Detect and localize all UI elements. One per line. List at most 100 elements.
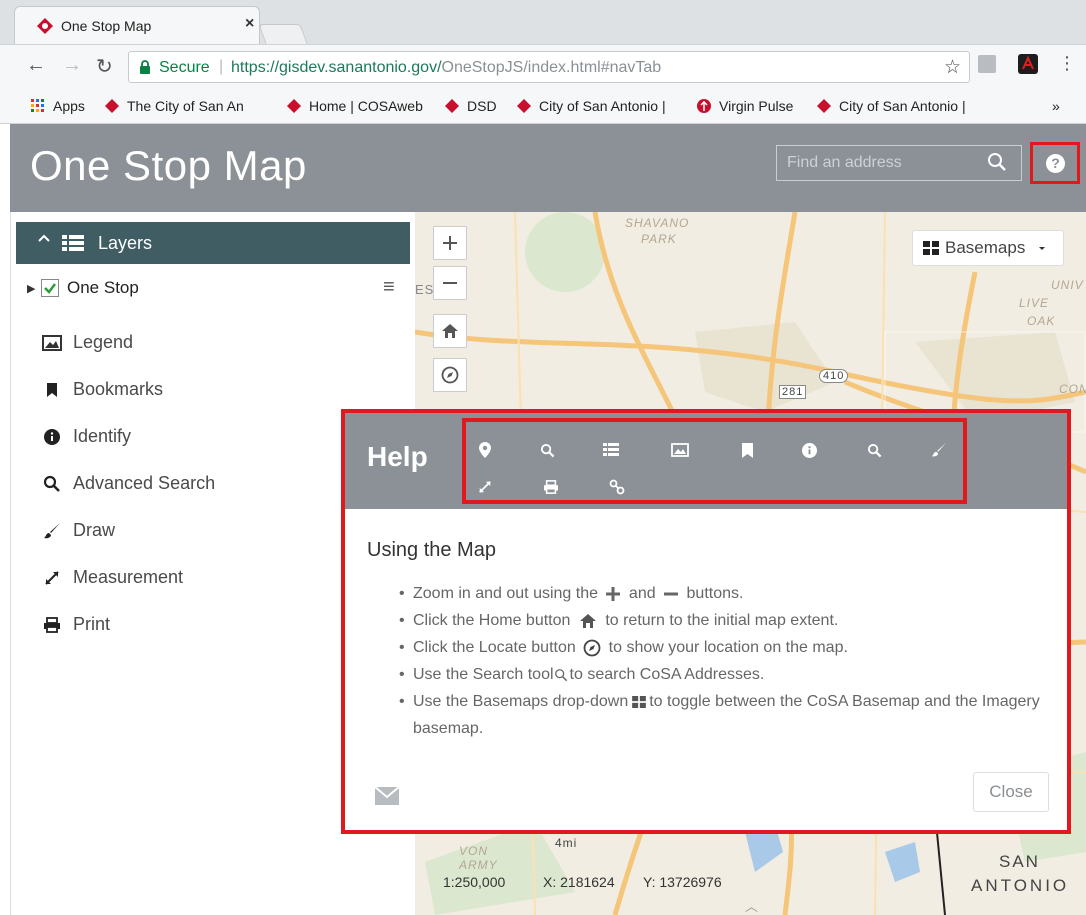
tool-draw[interactable]: Draw <box>41 520 115 541</box>
bookmark-city-of-san-antonio-2[interactable]: City of San Antonio | <box>516 98 666 114</box>
highway-shield-410: 410 <box>819 369 849 383</box>
search-icon[interactable] <box>536 439 558 461</box>
zoom-out-button[interactable] <box>433 266 467 300</box>
measure-icon <box>41 570 63 586</box>
map-label-von: VON <box>459 844 489 858</box>
bookmark-icon[interactable] <box>736 439 758 461</box>
print-icon[interactable] <box>540 476 562 498</box>
expand-caret-icon[interactable]: ▶ <box>27 282 35 295</box>
bookmark-star-icon[interactable]: ☆ <box>944 56 961 79</box>
bookmark-label: Home | COSAweb <box>309 98 423 114</box>
browser-toolbar: ← → ↻ Secure | https://gisdev.sanantonio… <box>0 44 1086 90</box>
highway-shield-281: 281 <box>779 385 807 399</box>
bookmark-virgin-pulse[interactable]: Virgin Pulse <box>696 98 793 114</box>
browser-tab[interactable]: One Stop Map × <box>14 6 260 44</box>
legend-icon[interactable] <box>669 439 691 461</box>
address-bar[interactable]: Secure | https://gisdev.sanantonio.gov/O… <box>128 51 970 83</box>
grid-icon <box>632 695 647 708</box>
browser-menu-icon[interactable]: ⋮ <box>1058 53 1076 74</box>
tool-label: Bookmarks <box>73 379 164 399</box>
cosa-logo-icon <box>817 99 831 113</box>
chevron-up-icon[interactable]: ︿ <box>745 896 758 915</box>
brush-icon[interactable] <box>928 439 950 461</box>
url-host: https://gisdev.sanantonio.gov/ <box>231 59 442 76</box>
list-item: Use the Search tool to search CoSA Addres… <box>399 661 1057 688</box>
help-text: Click the Locate button <box>413 639 576 656</box>
minus-icon <box>664 592 679 596</box>
search-icon[interactable] <box>987 152 1007 172</box>
tool-advanced-search[interactable]: Advanced Search <box>41 473 215 494</box>
map-label-shavano: SHAVANO <box>625 216 690 230</box>
search-icon[interactable] <box>863 439 885 461</box>
bookmark-label: City of San Antonio | <box>539 98 666 114</box>
reload-icon[interactable]: ↻ <box>96 54 113 79</box>
list-icon[interactable] <box>600 439 622 461</box>
app-title: One Stop Map <box>30 142 307 189</box>
link-icon[interactable] <box>606 476 628 498</box>
plus-icon <box>443 236 457 250</box>
tool-legend[interactable]: Legend <box>41 332 133 353</box>
bookmark-apps[interactable]: Apps <box>30 98 85 114</box>
help-dialog: Help Using the Map • Zoom in and out usi… <box>341 409 1071 834</box>
map-label-4mi: 4mi <box>555 836 578 850</box>
search-icon <box>554 668 567 682</box>
info-icon[interactable] <box>798 439 820 461</box>
email-icon[interactable] <box>375 787 399 805</box>
pdf-extension-icon[interactable] <box>1018 54 1038 74</box>
tab-title: One Stop Map <box>61 18 152 34</box>
help-text: to show your location on the map. <box>608 639 848 656</box>
extension-icon[interactable] <box>978 55 996 73</box>
list-item: Zoom in and out using the and buttons. <box>399 580 1057 607</box>
map-label-univ: UNIV <box>1051 278 1084 292</box>
tool-label: Draw <box>73 520 116 540</box>
list-item: Use the Basemaps drop-downto toggle betw… <box>399 688 1057 742</box>
y-coordinate: Y: 13726976 <box>643 874 722 890</box>
layer-checkbox[interactable] <box>41 279 59 297</box>
layer-options-menu-icon[interactable]: ≡ <box>383 276 395 299</box>
layer-item-one-stop: ▶ One Stop ≡ <box>27 276 410 302</box>
map-label-live: LIVE <box>1019 296 1050 310</box>
new-tab-button[interactable] <box>258 24 308 44</box>
basemaps-dropdown[interactable]: Basemaps <box>912 230 1064 266</box>
bookmarks-overflow-icon[interactable]: » <box>1052 98 1060 114</box>
help-dialog-header: Help <box>345 413 1067 509</box>
tool-measurement[interactable]: Measurement <box>41 567 183 588</box>
app-header: One Stop Map ? <box>10 124 1086 212</box>
bookmark-dsd[interactable]: DSD <box>444 98 497 114</box>
minus-icon <box>443 282 457 284</box>
zoom-in-button[interactable] <box>433 226 467 260</box>
help-toolbar-highlight <box>462 418 967 504</box>
locate-button[interactable] <box>433 358 467 392</box>
chevron-up-icon[interactable] <box>38 233 50 243</box>
url-path: OneStopJS/index.html#navTab <box>441 59 662 76</box>
forward-arrow-icon[interactable]: → <box>62 54 82 77</box>
tool-print[interactable]: Print <box>41 614 110 635</box>
cosa-logo-icon <box>445 99 459 113</box>
cosa-logo-icon <box>517 99 531 113</box>
tool-bookmarks[interactable]: Bookmarks <box>41 379 163 400</box>
map-label-con: CON <box>1059 382 1086 396</box>
bookmark-label: The City of San Anto <box>127 98 243 114</box>
locate-icon <box>583 639 601 657</box>
map-label-army: ARMY <box>459 858 498 872</box>
secure-label: Secure <box>159 59 210 76</box>
url-text[interactable]: https://gisdev.sanantonio.gov/OneStopJS/… <box>231 59 661 77</box>
list-item: Click the Home button to return to the i… <box>399 607 1057 634</box>
help-icon[interactable]: ? <box>1046 154 1065 173</box>
bookmark-cosaweb[interactable]: Home | COSAweb <box>286 98 423 114</box>
bookmark-city-of-san-antonio-3[interactable]: City of San Antonio | <box>816 98 966 114</box>
bookmark-city-of-san-antonio[interactable]: The City of San Anto <box>104 98 243 114</box>
tool-identify[interactable]: Identify <box>41 426 131 447</box>
home-button[interactable] <box>433 314 467 348</box>
map-label-san: SAN <box>999 852 1040 871</box>
back-arrow-icon[interactable]: ← <box>26 54 46 77</box>
tab-close-icon[interactable]: × <box>245 15 254 33</box>
address-search-input[interactable] <box>777 146 977 180</box>
close-button[interactable]: Close <box>973 772 1049 812</box>
plus-icon <box>606 586 621 601</box>
layers-panel-header[interactable]: Layers <box>16 222 410 264</box>
help-title: Help <box>367 441 428 472</box>
measure-icon[interactable] <box>474 476 496 498</box>
map-pin-icon[interactable] <box>474 439 496 461</box>
help-button-highlight: ? <box>1030 142 1080 184</box>
